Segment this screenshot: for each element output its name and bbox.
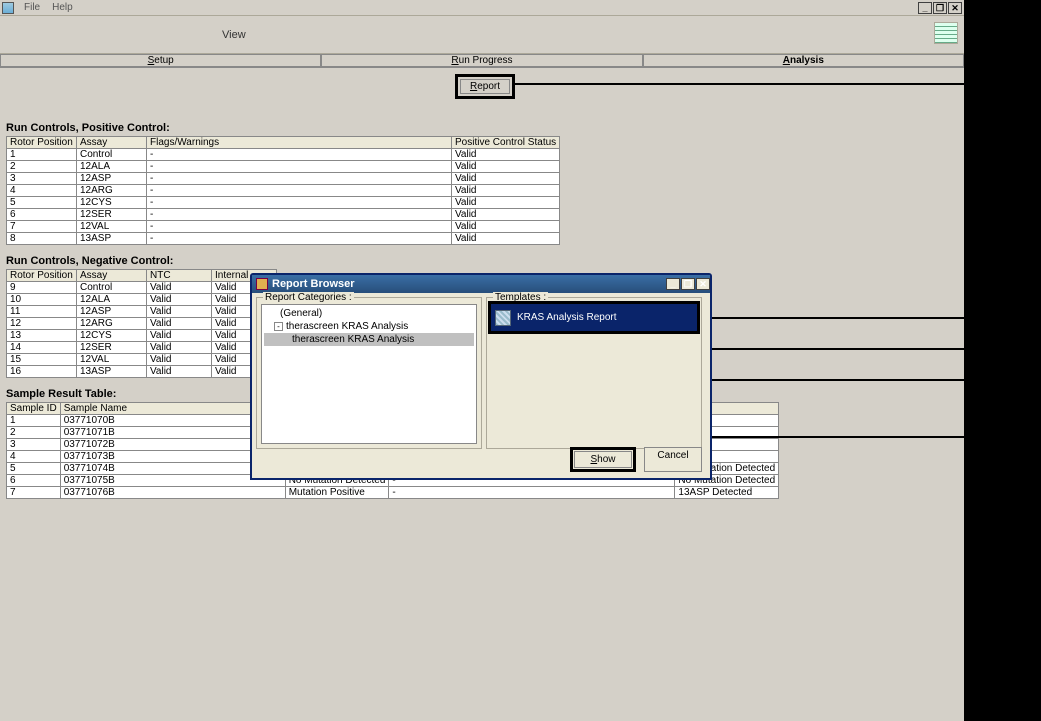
minimize-icon[interactable]: _: [918, 2, 932, 14]
table-row[interactable]: 1613ASPValidValid: [7, 366, 277, 378]
window-controls: _ ❐ ✕: [917, 2, 962, 14]
cancel-button[interactable]: Cancel: [644, 447, 702, 472]
table-row[interactable]: 1512VALValidValid: [7, 354, 277, 366]
view-button[interactable]: View: [215, 26, 253, 44]
table-row[interactable]: 1012ALAValidValid: [7, 294, 277, 306]
tree-general[interactable]: (General): [264, 307, 474, 320]
tree-child-selected[interactable]: therascreen KRAS Analysis: [264, 333, 474, 346]
heatmap-icon[interactable]: [934, 22, 958, 44]
callout-line: [710, 379, 967, 381]
report-browser-dialog: Report Browser _ ❐ ✕ Report Categories :…: [250, 273, 712, 480]
report-categories-group: Report Categories : (General) -therascre…: [256, 297, 482, 449]
tab-analysis[interactable]: Analysis: [643, 54, 964, 67]
table-row[interactable]: 1212ARGValidValid: [7, 318, 277, 330]
column-header: Positive Control Status: [452, 137, 560, 149]
tab-setup[interactable]: Setup: [0, 54, 321, 67]
collapse-icon[interactable]: -: [274, 322, 283, 331]
templates-group: Templates : KRAS Analysis Report: [486, 297, 702, 449]
table-row[interactable]: 813ASP-Valid: [7, 233, 560, 245]
table-row[interactable]: 1312CYSValidValid: [7, 330, 277, 342]
menu-file[interactable]: File: [18, 1, 46, 14]
callout-line: [710, 348, 967, 350]
dialog-close-icon[interactable]: ✕: [696, 278, 710, 290]
column-header: Flags/Warnings: [147, 137, 452, 149]
template-kras-report[interactable]: KRAS Analysis Report: [488, 301, 700, 334]
template-list[interactable]: KRAS Analysis Report: [491, 301, 697, 441]
negative-control-table: Rotor PositionAssayNTCInternal 9ControlV…: [6, 269, 277, 378]
dialog-titlebar[interactable]: Report Browser _ ❐ ✕: [252, 275, 710, 293]
table-row[interactable]: 9ControlValidValid: [7, 282, 277, 294]
tab-run-progress[interactable]: Run Progress: [321, 54, 642, 67]
column-header: Assay: [77, 137, 147, 149]
column-header: Sample ID: [7, 403, 61, 415]
report-button[interactable]: Report: [460, 79, 510, 94]
table-row[interactable]: 712VAL-Valid: [7, 221, 560, 233]
positive-control-table: Rotor PositionAssayFlags/WarningsPositiv…: [6, 136, 560, 245]
app-icon: [2, 2, 14, 14]
column-header: NTC: [147, 270, 212, 282]
report-template-icon: [495, 310, 511, 326]
column-header: Assay: [77, 270, 147, 282]
report-button-highlight: Report: [455, 74, 515, 99]
dialog-title-text: Report Browser: [272, 278, 355, 290]
table-row[interactable]: 1412SERValidValid: [7, 342, 277, 354]
callout-line: [710, 436, 967, 438]
table-row[interactable]: 1112ASPValidValid: [7, 306, 277, 318]
callout-line: [512, 83, 967, 85]
show-button[interactable]: Show: [574, 451, 632, 468]
report-categories-label: Report Categories :: [263, 292, 354, 303]
negative-title: Run Controls, Negative Control:: [6, 255, 958, 267]
show-button-highlight: Show: [570, 447, 636, 472]
dialog-minimize-icon[interactable]: _: [666, 278, 680, 290]
category-tree[interactable]: (General) -therascreen KRAS Analysis the…: [261, 304, 477, 444]
maximize-icon[interactable]: ❐: [933, 2, 947, 14]
dialog-icon: [256, 278, 268, 290]
table-row[interactable]: 612SER-Valid: [7, 209, 560, 221]
column-header: Rotor Position: [7, 137, 77, 149]
close-icon[interactable]: ✕: [948, 2, 962, 14]
table-row[interactable]: 1Control-Valid: [7, 149, 560, 161]
toolbar: View: [0, 16, 964, 54]
menubar: File Help: [0, 0, 964, 16]
tab-bar: Setup Run Progress Analysis: [0, 54, 964, 68]
tree-parent[interactable]: -therascreen KRAS Analysis: [264, 320, 474, 333]
positive-title: Run Controls, Positive Control:: [6, 122, 958, 134]
table-row[interactable]: 312ASP-Valid: [7, 173, 560, 185]
table-row[interactable]: 412ARG-Valid: [7, 185, 560, 197]
table-row[interactable]: 212ALA-Valid: [7, 161, 560, 173]
table-row[interactable]: 703771076BMutation Positive-13ASP Detect…: [7, 487, 779, 499]
menu-help[interactable]: Help: [46, 1, 79, 14]
dialog-maximize-icon[interactable]: ❐: [681, 278, 695, 290]
column-header: Rotor Position: [7, 270, 77, 282]
table-row[interactable]: 512CYS-Valid: [7, 197, 560, 209]
callout-line: [686, 317, 967, 319]
